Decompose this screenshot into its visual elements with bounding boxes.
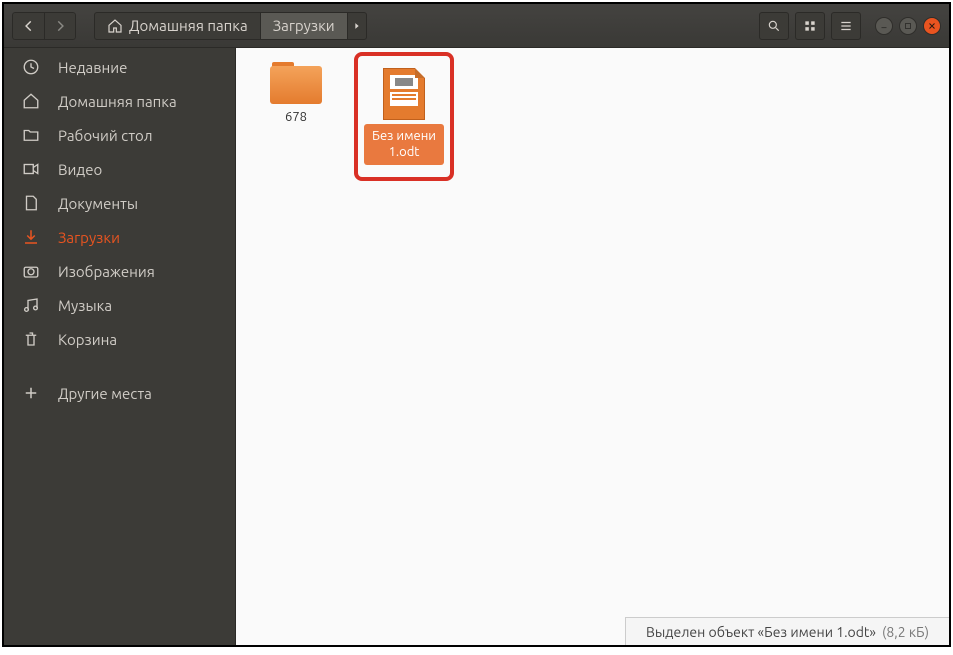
back-button[interactable] (12, 12, 44, 40)
maximize-icon (903, 21, 913, 31)
file-item-selected[interactable]: Без имени 1.odt (364, 62, 444, 171)
breadcrumb-current[interactable]: Загрузки (261, 13, 348, 39)
sidebar-item-downloads[interactable]: Загрузки (4, 220, 235, 254)
sidebar-item-home[interactable]: Домашняя папка (4, 84, 235, 118)
chevron-right-icon (53, 19, 67, 33)
breadcrumb-more[interactable] (348, 21, 366, 31)
close-button[interactable] (923, 17, 941, 35)
document-icon (22, 194, 40, 212)
trash-icon (22, 330, 40, 348)
close-icon (927, 21, 937, 31)
sidebar-item-label: Корзина (58, 331, 117, 348)
clock-icon (22, 58, 40, 76)
file-label: Без имени 1.odt (364, 124, 444, 165)
nav-buttons (12, 12, 76, 40)
plus-icon (22, 384, 40, 402)
sidebar-item-other-places[interactable]: Другие места (4, 376, 235, 410)
video-icon (22, 160, 40, 178)
music-icon (22, 296, 40, 314)
camera-icon (22, 262, 40, 280)
home-icon (107, 18, 123, 34)
breadcrumb-current-label: Загрузки (273, 17, 335, 34)
grid-view-icon (803, 19, 817, 33)
header-bar: Домашняя папка Загрузки (4, 4, 949, 48)
minimize-button[interactable] (875, 17, 893, 35)
search-icon (767, 19, 781, 33)
sidebar-item-videos[interactable]: Видео (4, 152, 235, 186)
triangle-right-icon (352, 21, 362, 31)
folder-icon (270, 62, 322, 106)
forward-button[interactable] (44, 12, 76, 40)
sidebar-item-documents[interactable]: Документы (4, 186, 235, 220)
sidebar-item-music[interactable]: Музыка (4, 288, 235, 322)
menu-button[interactable] (831, 12, 861, 40)
folder-item[interactable]: 678 (256, 62, 336, 124)
maximize-button[interactable] (899, 17, 917, 35)
download-icon (22, 228, 40, 246)
file-label: 678 (285, 110, 307, 124)
window-controls (875, 17, 941, 35)
status-bar: Выделен объект «Без имени 1.odt» (8,2 кБ… (625, 617, 949, 645)
status-text: Выделен объект «Без имени 1.odt» (646, 624, 876, 640)
home-icon (22, 92, 40, 110)
sidebar-item-label: Рабочий стол (58, 127, 153, 144)
sidebar-item-label: Недавние (58, 59, 127, 76)
sidebar-item-label: Другие места (58, 385, 152, 402)
file-view[interactable]: 678 Без имени 1.odt Выделен объект «Без … (236, 48, 949, 645)
minimize-icon (879, 21, 889, 31)
search-button[interactable] (759, 12, 789, 40)
sidebar: Недавние Домашняя папка Рабочий стол Вид… (4, 48, 236, 645)
chevron-left-icon (22, 19, 36, 33)
breadcrumb: Домашняя папка Загрузки (94, 12, 367, 40)
sidebar-item-label: Видео (58, 161, 102, 178)
sidebar-item-label: Музыка (58, 297, 112, 314)
sidebar-item-label: Документы (58, 195, 138, 212)
sidebar-item-label: Изображения (58, 263, 155, 280)
sidebar-item-pictures[interactable]: Изображения (4, 254, 235, 288)
breadcrumb-home-label: Домашняя папка (129, 17, 248, 34)
status-size: (8,2 кБ) (882, 624, 929, 640)
breadcrumb-home[interactable]: Домашняя папка (95, 13, 261, 39)
sidebar-item-label: Домашняя папка (58, 93, 177, 110)
menu-icon (839, 19, 853, 33)
desktop-folder-icon (22, 126, 40, 144)
sidebar-item-label: Загрузки (58, 229, 120, 246)
sidebar-item-desktop[interactable]: Рабочий стол (4, 118, 235, 152)
sidebar-item-recent[interactable]: Недавние (4, 50, 235, 84)
view-toggle-button[interactable] (795, 12, 825, 40)
sidebar-item-trash[interactable]: Корзина (4, 322, 235, 356)
odt-document-icon (383, 68, 425, 120)
